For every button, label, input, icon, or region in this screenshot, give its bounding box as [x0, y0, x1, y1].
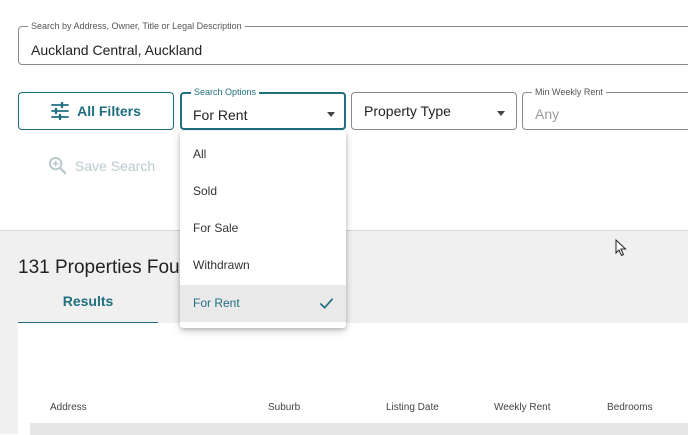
save-search-label: Save Search — [75, 157, 156, 174]
column-header-weekly-rent[interactable]: Weekly Rent — [494, 402, 551, 413]
column-header-listing-date[interactable]: Listing Date — [386, 402, 439, 413]
dropdown-option-withdrawn[interactable]: Withdrawn — [180, 247, 346, 284]
caret-down-icon — [497, 111, 505, 116]
dropdown-option-for-sale[interactable]: For Sale — [180, 210, 346, 247]
min-weekly-rent-input[interactable]: Any — [535, 106, 559, 122]
results-count: 131 Properties Found — [18, 257, 201, 278]
search-options-select[interactable]: Search Options For Rent — [180, 86, 346, 130]
min-weekly-rent-field[interactable]: Min Weekly Rent Any — [522, 86, 688, 130]
column-header-bedrooms[interactable]: Bedrooms — [607, 402, 653, 413]
search-options-legend: Search Options — [191, 86, 260, 98]
column-header-address[interactable]: Address — [50, 402, 87, 413]
dropdown-option-sold[interactable]: Sold — [180, 173, 346, 210]
property-type-label: Property Type — [364, 103, 451, 119]
all-filters-label: All Filters — [77, 103, 141, 119]
table-row[interactable] — [30, 423, 688, 435]
address-search-input[interactable]: Auckland Central, Auckland — [31, 42, 202, 58]
address-search-legend: Search by Address, Owner, Title or Legal… — [28, 20, 245, 32]
sliders-icon — [51, 102, 69, 120]
dropdown-option-label: For Rent — [193, 296, 240, 310]
address-search-field[interactable]: Search by Address, Owner, Title or Legal… — [18, 20, 688, 65]
column-header-suburb[interactable]: Suburb — [268, 402, 300, 413]
save-search-button[interactable]: Save Search — [48, 156, 155, 175]
check-icon — [320, 298, 333, 309]
mouse-cursor-icon — [615, 239, 627, 257]
search-options-dropdown: All Sold For Sale Withdrawn For Rent — [180, 131, 346, 328]
zoom-in-icon — [48, 156, 67, 175]
all-filters-button[interactable]: All Filters — [18, 92, 174, 130]
results-table: Address Suburb Listing Date Weekly Rent … — [18, 323, 688, 435]
dropdown-option-for-rent[interactable]: For Rent — [180, 285, 346, 322]
min-weekly-rent-legend: Min Weekly Rent — [532, 86, 606, 98]
search-options-value: For Rent — [193, 107, 248, 123]
dropdown-option-all[interactable]: All — [180, 136, 346, 173]
caret-down-icon — [327, 112, 335, 117]
property-type-select[interactable]: Property Type — [351, 92, 517, 130]
tab-results[interactable]: Results — [18, 293, 158, 324]
